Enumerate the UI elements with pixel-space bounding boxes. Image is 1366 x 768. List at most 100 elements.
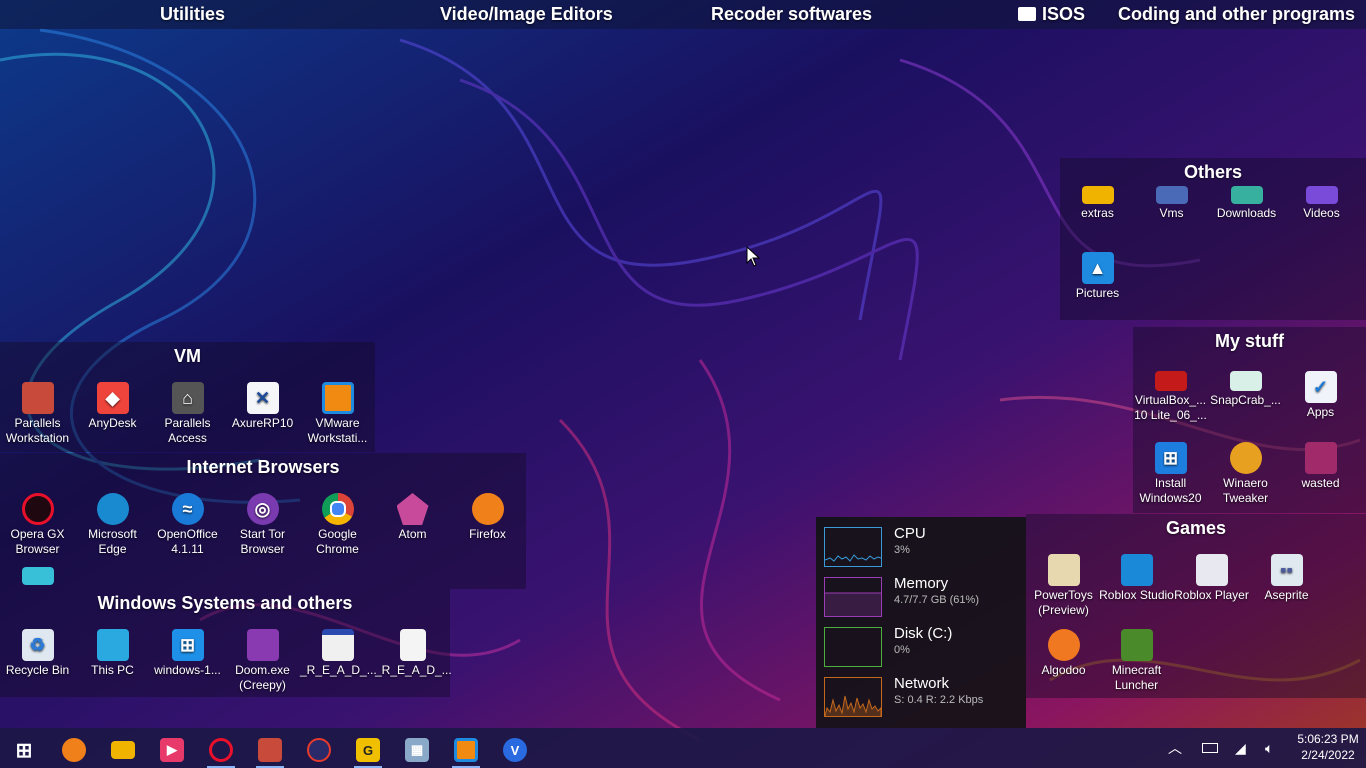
icon-label: Opera GX Browser — [10, 527, 65, 556]
desktop-icon-recycle-bin[interactable]: ♻ Recycle Bin — [0, 629, 75, 678]
windows-installer-icon: ⊞ — [1154, 442, 1187, 474]
vm-folder-icon — [1155, 186, 1188, 204]
desktop-icon-edge[interactable]: Microsoft Edge — [75, 493, 150, 557]
chrome-icon — [321, 493, 354, 525]
desktop-icon-parallels-access[interactable]: ⌂ Parallels Access — [150, 382, 225, 446]
taskbar-app-calculator[interactable]: ▦ — [397, 732, 437, 768]
desktop-icon-anydesk[interactable]: ◆ AnyDesk — [75, 382, 150, 431]
taskbar-app-guardian[interactable]: G — [348, 732, 388, 768]
fence-tab-coding[interactable]: Coding and other programs — [1118, 4, 1355, 25]
desktop-icon-parallels-workstation[interactable]: Parallels Workstation — [0, 382, 75, 446]
fence-tab-video-image-editors[interactable]: Video/Image Editors — [440, 4, 613, 25]
perf-row-memory[interactable]: Memory 4.7/7.7 GB (61%) — [824, 575, 1024, 621]
desktop-icon-this-pc[interactable]: This PC — [75, 629, 150, 678]
taskbar: ⊞ ▶ G ▦ V ︿ ◢ 🔈︎ 5:06:23 PM 2/24/2022 — [0, 728, 1366, 768]
icon-label: AxureRP10 — [231, 416, 294, 430]
battery-button[interactable] — [1202, 728, 1218, 768]
window-file-icon — [321, 629, 354, 661]
network-button[interactable]: ◢ — [1235, 728, 1246, 768]
vivaldi-icon: V — [503, 738, 527, 762]
fence-tab-recoder-softwares[interactable]: Recoder softwares — [711, 4, 872, 25]
taskbar-clock[interactable]: 5:06:23 PM 2/24/2022 — [1296, 731, 1360, 763]
icon-label: wasted — [1301, 476, 1340, 490]
desktop-icon-virtualbox-file[interactable]: VirtualBox_... 10 Lite_06_... — [1133, 371, 1208, 423]
disk-graph — [824, 627, 882, 667]
taskbar-app-file-explorer[interactable] — [103, 732, 143, 768]
icon-label: Google Chrome — [316, 527, 359, 556]
desktop-icon-minecraft[interactable]: Minecraft Luncher — [1099, 629, 1174, 693]
fence-my-stuff: My stuff VirtualBox_... 10 Lite_06_... S… — [1133, 327, 1366, 513]
network-graph — [824, 677, 882, 717]
mouse-cursor-icon — [746, 246, 761, 267]
desktop-icon-algodoo[interactable]: Algodoo — [1026, 629, 1101, 678]
icon-label: Microsoft Edge — [88, 527, 137, 556]
unknown-app-icon — [21, 567, 54, 585]
fence-tab-utilities[interactable]: Utilities — [160, 4, 225, 25]
apps-shortcut-icon: ✓ — [1304, 371, 1337, 403]
taskbar-app-opera-gx[interactable] — [201, 732, 241, 768]
desktop-icon-atom[interactable]: Atom — [375, 493, 450, 542]
volume-button[interactable]: 🔈︎ — [1265, 728, 1273, 768]
fence-windows-systems: Windows Systems and others ♻ Recycle Bin… — [0, 589, 452, 697]
desktop-icon-winaero[interactable]: Winaero Tweaker — [1208, 442, 1283, 506]
desktop-icon-vmware[interactable]: VMware Workstati... — [300, 382, 375, 446]
desktop-icon-roblox-player[interactable]: Roblox Player — [1174, 554, 1249, 603]
taskbar-app-vivaldi[interactable]: V — [495, 732, 535, 768]
fence-title: Windows Systems and others — [97, 593, 353, 613]
guardian-icon: G — [356, 738, 380, 762]
perf-row-cpu[interactable]: CPU 3% — [824, 525, 1024, 571]
firefox-icon — [62, 738, 86, 762]
icon-label: Install Windows20 — [1139, 476, 1202, 505]
taskbar-app-vmware[interactable] — [446, 732, 486, 768]
taskbar-app-firefox[interactable] — [54, 732, 94, 768]
app-icon — [307, 738, 331, 762]
icon-label: Aseprite — [1264, 588, 1309, 602]
desktop-icon-chrome[interactable]: Google Chrome — [300, 493, 375, 557]
desktop-icon-vms[interactable]: Vms — [1134, 186, 1209, 221]
file-explorer-icon — [111, 741, 135, 759]
desktop-icon-opera-gx[interactable]: Opera GX Browser — [0, 493, 75, 557]
fence-title: VM — [174, 346, 201, 366]
fence-title: Games — [1165, 518, 1227, 538]
desktop-icon-powertoys[interactable]: PowerToys (Preview) — [1026, 554, 1101, 618]
recycle-bin-icon: ♻ — [21, 629, 54, 661]
algodoo-icon — [1047, 629, 1080, 661]
taskbar-app-generic[interactable] — [299, 732, 339, 768]
desktop-icon-readme-1[interactable]: _R_E_A_D_... — [300, 629, 377, 678]
icon-label: Apps — [1306, 405, 1335, 419]
desktop-icon-snapcrab[interactable]: SnapCrab_... — [1208, 371, 1283, 408]
icon-label: Doom.exe (Creepy) — [235, 663, 290, 692]
fence-tab-isos-label: ISOS — [1042, 4, 1086, 24]
performance-widget[interactable]: CPU 3% Memory 4.7/7.7 GB (61%) Disk (C:)… — [816, 517, 1026, 728]
text-file-icon — [399, 629, 426, 661]
perf-row-disk[interactable]: Disk (C:) 0% — [824, 625, 1024, 671]
desktop-icon-unknown-app[interactable] — [0, 567, 75, 587]
show-hidden-icons-button[interactable]: ︿ — [1168, 728, 1182, 768]
desktop-icon-tor[interactable]: ◎ Start Tor Browser — [225, 493, 300, 557]
start-button[interactable]: ⊞ — [4, 732, 44, 768]
top-fence-bar: Utilities Video/Image Editors Recoder so… — [0, 0, 1366, 29]
fence-tab-isos[interactable]: ISOS — [1018, 4, 1085, 25]
desktop-icon-aseprite[interactable]: ▪▪ Aseprite — [1249, 554, 1324, 603]
desktop-icon-firefox[interactable]: Firefox — [450, 493, 525, 542]
desktop-icon-downloads[interactable]: Downloads — [1209, 186, 1284, 221]
desktop-icon-readme-2[interactable]: _R_E_A_D_... — [375, 629, 452, 678]
desktop-icon-openoffice[interactable]: ≈ OpenOffice 4.1.11 — [150, 493, 225, 557]
desktop-icon-extras[interactable]: extras — [1060, 186, 1135, 221]
perf-value: 3% — [894, 544, 910, 556]
desktop-icon-pictures[interactable]: ▲ Pictures — [1060, 252, 1135, 301]
perf-row-network[interactable]: Network S: 0.4 R: 2.2 Kbps — [824, 675, 1024, 721]
desktop-icon-apps[interactable]: ✓ Apps — [1283, 371, 1358, 420]
desktop-icon-axure[interactable]: ✕ AxureRP10 — [225, 382, 300, 431]
desktop-icon-windows-iso[interactable]: ⊞ windows-1... — [150, 629, 225, 678]
taskbar-app-media-player[interactable]: ▶ — [152, 732, 192, 768]
desktop-icon-install-windows[interactable]: ⊞ Install Windows20 — [1133, 442, 1208, 506]
desktop-icon-videos[interactable]: Videos — [1284, 186, 1359, 221]
taskbar-app-parallels[interactable] — [250, 732, 290, 768]
icon-label: PowerToys (Preview) — [1034, 588, 1093, 617]
desktop-icon-wasted[interactable]: wasted — [1283, 442, 1358, 491]
perf-name: Disk (C:) — [894, 625, 953, 642]
desktop-icon-doom[interactable]: Doom.exe (Creepy) — [225, 629, 300, 693]
desktop-icon-roblox-studio[interactable]: Roblox Studio — [1099, 554, 1174, 603]
icon-label: Roblox Player — [1174, 588, 1249, 602]
